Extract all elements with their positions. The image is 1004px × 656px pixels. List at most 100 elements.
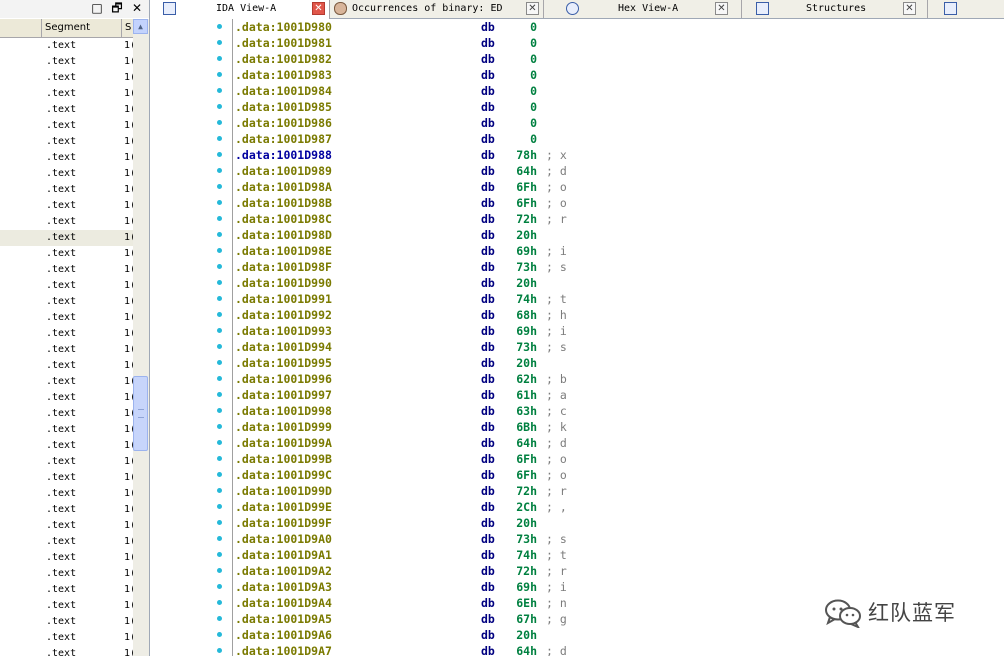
list-item[interactable]: .text 1( xyxy=(0,326,133,342)
operand[interactable]: 6Fh xyxy=(510,179,537,195)
breakpoint-dot-icon[interactable] xyxy=(217,568,222,573)
operand[interactable]: 0 xyxy=(510,99,537,115)
breakpoint-dot-icon[interactable] xyxy=(217,296,222,301)
address[interactable]: .data:1001D99B xyxy=(235,451,332,467)
listing-line[interactable]: .data:1001D9A3 db 69h ; i xyxy=(150,579,1004,595)
operand[interactable]: 74h xyxy=(510,291,537,307)
list-item[interactable]: .text 1( xyxy=(0,294,133,310)
operand[interactable]: 0 xyxy=(510,19,537,35)
tab-occurrences[interactable]: Occurrences of binary: ED ✕ xyxy=(330,0,544,18)
breakpoint-dot-icon[interactable] xyxy=(217,488,222,493)
list-item[interactable]: .text 1( xyxy=(0,582,133,598)
address[interactable]: .data:1001D98E xyxy=(235,243,332,259)
list-item[interactable]: .text 1( xyxy=(0,38,133,54)
list-item[interactable]: .text 1( xyxy=(0,422,133,438)
listing-line[interactable]: .data:1001D980 db 0 xyxy=(150,19,1004,35)
operand[interactable]: 69h xyxy=(510,243,537,259)
listing-line[interactable]: .data:1001D98E db 69h ; i xyxy=(150,243,1004,259)
listing-line[interactable]: .data:1001D99D db 72h ; r xyxy=(150,483,1004,499)
listing-line[interactable]: .data:1001D999 db 6Bh ; k xyxy=(150,419,1004,435)
breakpoint-dot-icon[interactable] xyxy=(217,424,222,429)
address[interactable]: .data:1001D989 xyxy=(235,163,332,179)
list-item[interactable]: .text 1( xyxy=(0,566,133,582)
listing-line[interactable]: .data:1001D990 db 20h xyxy=(150,275,1004,291)
list-item[interactable]: .text 1( xyxy=(0,358,133,374)
breakpoint-dot-icon[interactable] xyxy=(217,200,222,205)
list-item[interactable]: .text 1( xyxy=(0,438,133,454)
list-item[interactable]: .text 1( xyxy=(0,390,133,406)
address[interactable]: .data:1001D991 xyxy=(235,291,332,307)
column-header-blank[interactable] xyxy=(0,19,42,37)
listing-line[interactable]: .data:1001D996 db 62h ; b xyxy=(150,371,1004,387)
list-item[interactable]: .text 1( xyxy=(0,406,133,422)
address[interactable]: .data:1001D981 xyxy=(235,35,332,51)
operand[interactable]: 62h xyxy=(510,371,537,387)
list-item[interactable]: .text 1( xyxy=(0,230,133,246)
address[interactable]: .data:1001D9A2 xyxy=(235,563,332,579)
breakpoint-dot-icon[interactable] xyxy=(217,360,222,365)
address[interactable]: .data:1001D98F xyxy=(235,259,332,275)
listing-line[interactable]: .data:1001D994 db 73h ; s xyxy=(150,339,1004,355)
address[interactable]: .data:1001D98B xyxy=(235,195,332,211)
breakpoint-dot-icon[interactable] xyxy=(217,136,222,141)
address[interactable]: .data:1001D982 xyxy=(235,51,332,67)
address[interactable]: .data:1001D999 xyxy=(235,419,332,435)
breakpoint-dot-icon[interactable] xyxy=(217,440,222,445)
address[interactable]: .data:1001D980 xyxy=(235,19,332,35)
list-item[interactable]: .text 1( xyxy=(0,374,133,390)
listing-line[interactable]: .data:1001D988 db 78h ; x xyxy=(150,147,1004,163)
listing-line[interactable]: .data:1001D992 db 68h ; h xyxy=(150,307,1004,323)
address[interactable]: .data:1001D984 xyxy=(235,83,332,99)
address[interactable]: .data:1001D998 xyxy=(235,403,332,419)
address[interactable]: .data:1001D995 xyxy=(235,355,332,371)
listing-line[interactable]: .data:1001D989 db 64h ; d xyxy=(150,163,1004,179)
scroll-thumb[interactable] xyxy=(133,376,148,451)
address[interactable]: .data:1001D9A4 xyxy=(235,595,332,611)
list-item[interactable]: .text 1( xyxy=(0,614,133,630)
address[interactable]: .data:1001D986 xyxy=(235,115,332,131)
breakpoint-dot-icon[interactable] xyxy=(217,232,222,237)
listing-line[interactable]: .data:1001D9A2 db 72h ; r xyxy=(150,563,1004,579)
operand[interactable]: 6Eh xyxy=(510,595,537,611)
operand[interactable]: 0 xyxy=(510,115,537,131)
operand[interactable]: 68h xyxy=(510,307,537,323)
operand[interactable]: 64h xyxy=(510,643,537,656)
breakpoint-dot-icon[interactable] xyxy=(217,552,222,557)
operand[interactable]: 73h xyxy=(510,339,537,355)
breakpoint-dot-icon[interactable] xyxy=(217,472,222,477)
listing-line[interactable]: .data:1001D983 db 0 xyxy=(150,67,1004,83)
list-item[interactable]: .text 1( xyxy=(0,198,133,214)
address[interactable]: .data:1001D99F xyxy=(235,515,332,531)
operand[interactable]: 72h xyxy=(510,563,537,579)
operand[interactable]: 20h xyxy=(510,355,537,371)
operand[interactable]: 0 xyxy=(510,35,537,51)
operand[interactable]: 20h xyxy=(510,515,537,531)
listing-line[interactable]: .data:1001D98B db 6Fh ; o xyxy=(150,195,1004,211)
tab-more[interactable] xyxy=(928,0,1004,18)
listing-line[interactable]: .data:1001D985 db 0 xyxy=(150,99,1004,115)
listing-line[interactable]: .data:1001D982 db 0 xyxy=(150,51,1004,67)
breakpoint-dot-icon[interactable] xyxy=(217,584,222,589)
list-item[interactable]: .text 1( xyxy=(0,342,133,358)
column-header-s[interactable]: S xyxy=(122,19,133,37)
address[interactable]: .data:1001D99E xyxy=(235,499,332,515)
listing-line[interactable]: .data:1001D993 db 69h ; i xyxy=(150,323,1004,339)
address[interactable]: .data:1001D99D xyxy=(235,483,332,499)
breakpoint-dot-icon[interactable] xyxy=(217,120,222,125)
maximize-icon[interactable]: 🗗 xyxy=(110,1,124,15)
list-item[interactable]: .text 1( xyxy=(0,534,133,550)
address[interactable]: .data:1001D9A1 xyxy=(235,547,332,563)
list-item[interactable]: .text 1( xyxy=(0,118,133,134)
breakpoint-dot-icon[interactable] xyxy=(217,312,222,317)
operand[interactable]: 6Bh xyxy=(510,419,537,435)
operand[interactable]: 67h xyxy=(510,611,537,627)
listing-line[interactable]: .data:1001D98A db 6Fh ; o xyxy=(150,179,1004,195)
breakpoint-dot-icon[interactable] xyxy=(217,344,222,349)
list-item[interactable]: .text 1( xyxy=(0,86,133,102)
listing-line[interactable]: .data:1001D99F db 20h xyxy=(150,515,1004,531)
list-item[interactable]: .text 1( xyxy=(0,550,133,566)
listing-line[interactable]: .data:1001D9A0 db 73h ; s xyxy=(150,531,1004,547)
breakpoint-dot-icon[interactable] xyxy=(217,280,222,285)
operand[interactable]: 69h xyxy=(510,323,537,339)
list-item[interactable]: .text 1( xyxy=(0,598,133,614)
